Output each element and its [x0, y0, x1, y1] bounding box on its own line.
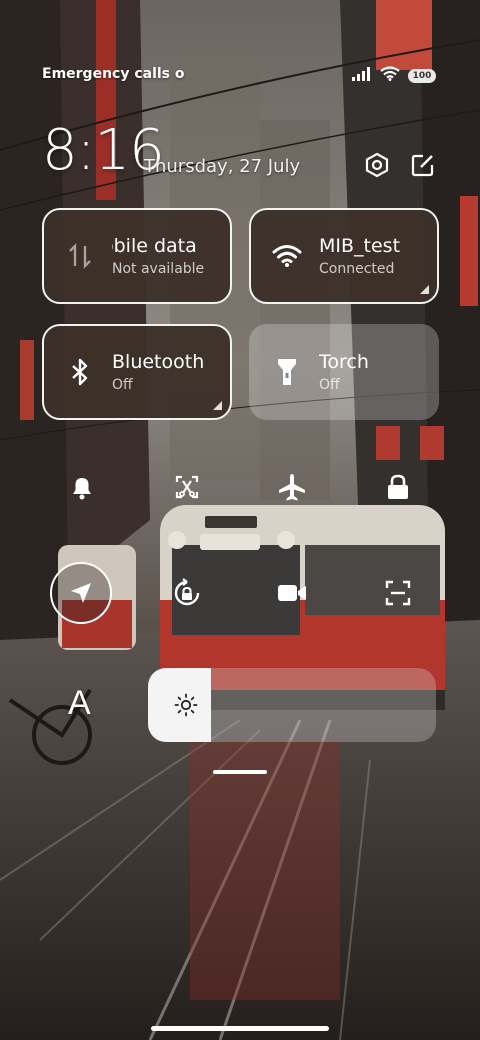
wifi-icon — [380, 66, 400, 85]
lock-icon[interactable] — [373, 462, 423, 512]
status-icons: 100 — [352, 66, 436, 85]
edit-icon[interactable] — [408, 150, 438, 180]
mobile-data-icon — [64, 240, 96, 272]
screenshot-icon[interactable] — [162, 462, 212, 512]
wifi-tile[interactable]: MIB_test Connected — [249, 208, 439, 304]
bluetooth-icon — [64, 356, 96, 388]
torch-status: Off — [319, 377, 340, 393]
torch-tile[interactable]: Torch Off — [249, 324, 439, 420]
home-indicator[interactable] — [151, 1026, 329, 1031]
location-icon[interactable] — [50, 562, 112, 624]
mobile-data-title: obile data — [112, 235, 197, 257]
wifi-network-name: MIB_test — [319, 235, 401, 257]
scan-icon[interactable] — [373, 568, 423, 618]
torch-title: Torch — [319, 351, 369, 373]
video-record-icon[interactable] — [267, 568, 317, 618]
mobile-data-tile[interactable]: obile data Not available — [42, 208, 232, 304]
sun-icon — [174, 693, 198, 717]
bell-icon[interactable] — [57, 462, 107, 512]
battery-icon: 100 — [408, 68, 436, 83]
panel-drag-handle[interactable] — [213, 770, 267, 774]
expand-corner-icon[interactable] — [213, 401, 222, 410]
airplane-icon[interactable] — [267, 462, 317, 512]
expand-corner-icon[interactable] — [420, 285, 429, 294]
font-size-button[interactable]: A — [68, 684, 91, 723]
wifi-tile-icon — [271, 240, 303, 272]
bluetooth-title: Bluetooth — [112, 351, 205, 373]
rotation-lock-icon[interactable] — [162, 568, 212, 618]
wifi-status: Connected — [319, 261, 395, 277]
carrier-status: Emergency calls o — [42, 66, 185, 82]
brightness-slider[interactable] — [148, 668, 436, 742]
bluetooth-status: Off — [112, 377, 133, 393]
bluetooth-tile[interactable]: Bluetooth Off — [42, 324, 232, 420]
signal-icon — [352, 66, 372, 85]
torch-icon — [271, 356, 303, 388]
mobile-data-status: Not available — [112, 261, 205, 277]
settings-icon[interactable] — [362, 150, 392, 180]
clock-date[interactable]: Thursday, 27 July — [144, 156, 300, 177]
